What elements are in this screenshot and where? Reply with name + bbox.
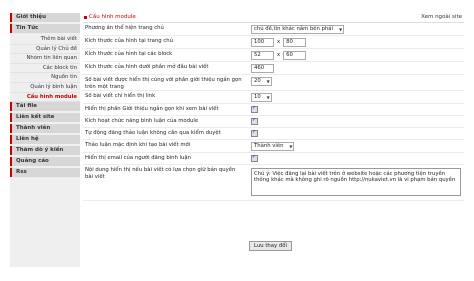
- height-input[interactable]: 80: [283, 38, 307, 47]
- form-row: Tự động đăng thảo luận không cần qua kiể…: [83, 128, 464, 140]
- form-row: Số bài viết được hiển thị cùng với phần …: [83, 75, 464, 91]
- sidebar-category-label: Tải file: [16, 103, 37, 110]
- sidebar-category-label: Rss: [16, 169, 27, 176]
- sidebar: Giới thiệu Tin Tức Thêm bài viết Quản lý Ch…: [10, 13, 80, 267]
- field-label: Kích thước của hình tại trang chủ: [85, 38, 173, 44]
- sidebar-category[interactable]: Liên kết site: [10, 113, 80, 123]
- field-label: Hiển thị email của người đăng bình luận: [85, 155, 191, 161]
- copyright-notice-textarea[interactable]: Chú ý: Việc đăng lại bài viết trên ở web…: [251, 168, 461, 196]
- sidebar-category[interactable]: Liên hệ: [10, 135, 80, 145]
- config-form: Phương án thể hiện trang chủ chủ đề,tin k…: [83, 23, 464, 201]
- sidebar-category-label: Quảng cáo: [16, 158, 49, 165]
- form-row: Số bài viết chỉ hiển thị link 10: [83, 91, 464, 104]
- field-label: Số bài viết chỉ hiển thị link: [85, 93, 156, 99]
- expand-marker-icon: [10, 102, 12, 112]
- form-row: Thảo luận mặc định khi tạo bài viết mới T…: [83, 140, 464, 153]
- sidebar-category[interactable]: Thành viên: [10, 124, 80, 134]
- width-input[interactable]: 460: [251, 64, 274, 73]
- sidebar-item[interactable]: Thêm bài viết: [10, 35, 80, 45]
- panel-header: Cấu hình module Xem ngoài site: [83, 13, 464, 23]
- field-label: Phương án thể hiện trang chủ: [85, 25, 164, 31]
- width-input[interactable]: 52: [251, 51, 274, 60]
- sidebar-category-label: Thăm dò ý kiến: [16, 147, 64, 154]
- form-row: Hiển thị email của người đăng bình luận: [83, 153, 464, 165]
- external-site-link[interactable]: Xem ngoài site: [421, 13, 462, 22]
- sidebar-category[interactable]: Thăm dò ý kiến: [10, 146, 80, 156]
- sidebar-item[interactable]: Các block tin: [10, 64, 80, 74]
- sidebar-item[interactable]: Nguồn tin: [10, 73, 80, 83]
- width-input[interactable]: 100: [251, 38, 274, 47]
- height-input[interactable]: 60: [283, 51, 307, 60]
- dropdown-select[interactable]: Thành viên: [251, 142, 295, 151]
- sidebar-item[interactable]: Nhóm tin liên quan: [10, 54, 80, 64]
- form-row: Phương án thể hiện trang chủ chủ đề,tin k…: [83, 23, 464, 36]
- sidebar-item[interactable]: Cấu hình module: [10, 93, 80, 103]
- dropdown-select[interactable]: chủ đề,tin khác nằm bên phải: [251, 25, 345, 34]
- expand-marker-icon: [10, 168, 12, 178]
- field-label: Kích thước của hình dưới phần mở đầu bài…: [85, 64, 209, 70]
- expand-marker-icon: [10, 13, 12, 22]
- sidebar-category-label: Thành viên: [16, 125, 51, 132]
- sidebar-category-label: Liên kết site: [16, 114, 55, 121]
- sidebar-category-label: Tin Tức: [16, 25, 39, 31]
- form-row: Kích thước của hình tại các block 52 x 60: [83, 49, 464, 62]
- page-title: Cấu hình module: [83, 14, 136, 20]
- checkbox[interactable]: [251, 117, 258, 125]
- form-row: Kích hoạt chức năng bình luận của module: [83, 116, 464, 128]
- field-label: Số bài viết được hiển thị cùng với phần …: [85, 77, 242, 90]
- sidebar-item[interactable]: Quản lý Chủ đề: [10, 45, 80, 55]
- expand-marker-icon: [10, 124, 12, 134]
- sidebar-category-label: Liên hệ: [16, 136, 39, 143]
- checkbox[interactable]: [251, 105, 258, 113]
- expand-marker-icon: [10, 113, 12, 123]
- checkbox[interactable]: [251, 154, 258, 162]
- field-label: Kích hoạt chức năng bình luận của module: [85, 118, 199, 124]
- checkbox[interactable]: [251, 129, 258, 137]
- form-row: Hiển thị phần Giới thiệu ngắn gọn khi xe…: [83, 104, 464, 116]
- dropdown-select[interactable]: 20: [251, 77, 272, 86]
- main-panel: Cấu hình module Xem ngoài site Phương án…: [83, 13, 464, 201]
- save-button[interactable]: Lưu thay đổi: [249, 241, 292, 251]
- sidebar-item[interactable]: Quản lý bình luận: [10, 83, 80, 93]
- field-label: Thảo luận mặc định khi tạo bài viết mới: [85, 142, 191, 148]
- expand-marker-icon: [10, 157, 12, 167]
- expand-marker-icon: [10, 135, 12, 145]
- form-row: Kích thước của hình dưới phần mở đầu bài…: [83, 62, 464, 75]
- dimension-separator: x: [277, 52, 281, 58]
- expand-marker-icon: [10, 146, 12, 156]
- form-row: Nội dung hiển thị nếu bài viết có lựa ch…: [83, 165, 464, 201]
- sidebar-category[interactable]: Rss: [10, 168, 80, 178]
- sidebar-category[interactable]: Giới thiệu: [10, 13, 80, 22]
- sidebar-category[interactable]: Tải file: [10, 102, 80, 112]
- dropdown-select[interactable]: 10: [251, 93, 272, 102]
- field-label: Tự động đăng thảo luận không cần qua kiể…: [85, 130, 221, 136]
- dimension-separator: x: [277, 39, 281, 45]
- sidebar-category[interactable]: Quảng cáo: [10, 157, 80, 167]
- expand-marker-icon: [10, 24, 12, 33]
- sidebar-category[interactable]: Tin Tức: [10, 24, 80, 33]
- field-label: Kích thước của hình tại các block: [85, 51, 173, 57]
- sidebar-category-label: Giới thiệu: [16, 14, 47, 20]
- field-label: Hiển thị phần Giới thiệu ngắn gọn khi xe…: [85, 106, 219, 112]
- field-label: Nội dung hiển thị nếu bài viết có lựa ch…: [85, 167, 236, 180]
- form-row: Kích thước của hình tại trang chủ 100 x 80: [83, 36, 464, 49]
